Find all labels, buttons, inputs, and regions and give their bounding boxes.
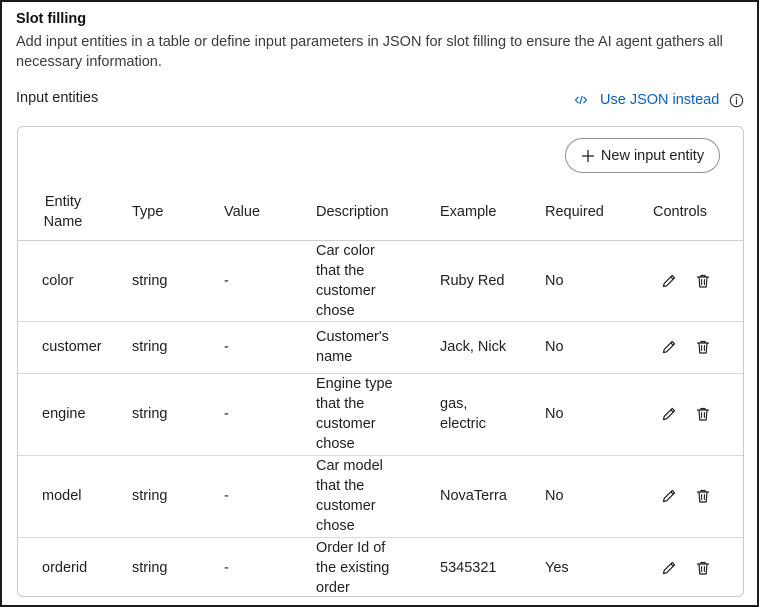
entity-type-cell: string: [108, 240, 200, 322]
pencil-icon[interactable]: [660, 405, 678, 423]
entity-example-cell: Ruby Red: [416, 240, 521, 322]
column-header-controls: Controls: [629, 184, 743, 241]
info-icon[interactable]: [729, 93, 744, 108]
row-controls: [660, 338, 743, 356]
controls-cell: [629, 321, 743, 374]
entity-value-cell: -: [200, 455, 292, 538]
input-entities-table: Entity Name Type Value Description Examp…: [18, 184, 743, 598]
trash-icon[interactable]: [694, 487, 712, 505]
pencil-icon[interactable]: [660, 487, 678, 505]
entity-required-cell: Yes: [545, 559, 569, 576]
entity-example-cell: 5345321: [440, 559, 497, 576]
column-header-required: Required: [521, 184, 629, 241]
entity-required-cell: No: [521, 373, 629, 456]
entity-value-cell: -: [200, 373, 292, 456]
controls-cell: [629, 455, 743, 538]
entity-description-cell: Customer's name: [292, 321, 416, 374]
entity-type-cell: string: [132, 559, 168, 576]
pencil-icon[interactable]: [660, 559, 678, 577]
table-row: color string - Car color that the custom…: [18, 240, 743, 322]
entity-type-cell: string: [108, 373, 200, 456]
entity-name-cell: engine: [18, 373, 108, 456]
entity-example-cell: Jack, Nick: [416, 321, 521, 374]
controls-cell: [629, 537, 743, 598]
entity-example-cell: NovaTerra: [416, 455, 521, 538]
trash-icon[interactable]: [694, 272, 712, 290]
pencil-icon[interactable]: [660, 272, 678, 290]
table-header-row: Entity Name Type Value Description Examp…: [18, 184, 743, 241]
plus-icon: [581, 149, 595, 162]
entity-required-cell: No: [521, 321, 629, 374]
entity-description-cell: Car model that the customer chose: [292, 455, 416, 538]
entity-type-cell: string: [108, 455, 200, 538]
table-row: orderid string - Order Id of the existin…: [18, 537, 743, 598]
row-controls: [660, 559, 743, 577]
entity-value-cell: -: [200, 240, 292, 322]
slot-filling-panel: Slot filling Add input entities in a tab…: [0, 0, 759, 607]
column-header-entity-name: Entity Name: [18, 184, 108, 241]
entity-description-cell: Order Id of the existing order: [316, 539, 390, 596]
entity-required-cell: No: [521, 240, 629, 322]
entity-example-cell: gas, electric: [416, 373, 521, 456]
table-row: customer string - Customer's name Jack, …: [18, 321, 743, 374]
entity-type-cell: string: [108, 321, 200, 374]
row-controls: [660, 405, 743, 423]
table-row: engine string - Engine type that the cus…: [18, 373, 743, 456]
pencil-icon[interactable]: [660, 338, 678, 356]
controls-cell: [629, 240, 743, 322]
table-row: model string - Car model that the custom…: [18, 455, 743, 538]
column-header-value: Value: [200, 184, 292, 241]
column-header-description: Description: [292, 184, 416, 241]
entity-name-cell: orderid: [42, 559, 88, 576]
new-input-entity-label: New input entity: [600, 147, 705, 164]
entity-name-cell: model: [18, 455, 108, 538]
section-title: Slot filling: [16, 11, 87, 27]
entity-description-cell: Car color that the customer chose: [292, 240, 416, 322]
trash-icon[interactable]: [694, 338, 712, 356]
column-header-example: Example: [416, 184, 521, 241]
trash-icon[interactable]: [694, 405, 712, 423]
entity-name-cell: color: [18, 240, 108, 322]
entity-name-cell: customer: [18, 321, 108, 374]
controls-cell: [629, 373, 743, 456]
input-entities-table-card: New input entity Entity Name Type Value …: [17, 126, 744, 597]
use-json-label: Use JSON instead: [600, 92, 720, 108]
row-controls: [660, 487, 743, 505]
entity-value-cell: -: [200, 321, 292, 374]
trash-icon[interactable]: [694, 559, 712, 577]
column-header-type: Type: [108, 184, 200, 241]
row-controls: [660, 272, 743, 290]
section-description: Add input entities in a table or define …: [16, 34, 723, 70]
input-entities-label: Input entities: [16, 90, 99, 106]
code-icon: [574, 95, 588, 105]
entity-value-cell: -: [224, 559, 229, 576]
new-input-entity-button[interactable]: New input entity: [565, 138, 720, 173]
use-json-link[interactable]: Use JSON instead: [574, 90, 719, 110]
entity-description-cell: Engine type that the customer chose: [292, 373, 416, 456]
entity-required-cell: No: [521, 455, 629, 538]
